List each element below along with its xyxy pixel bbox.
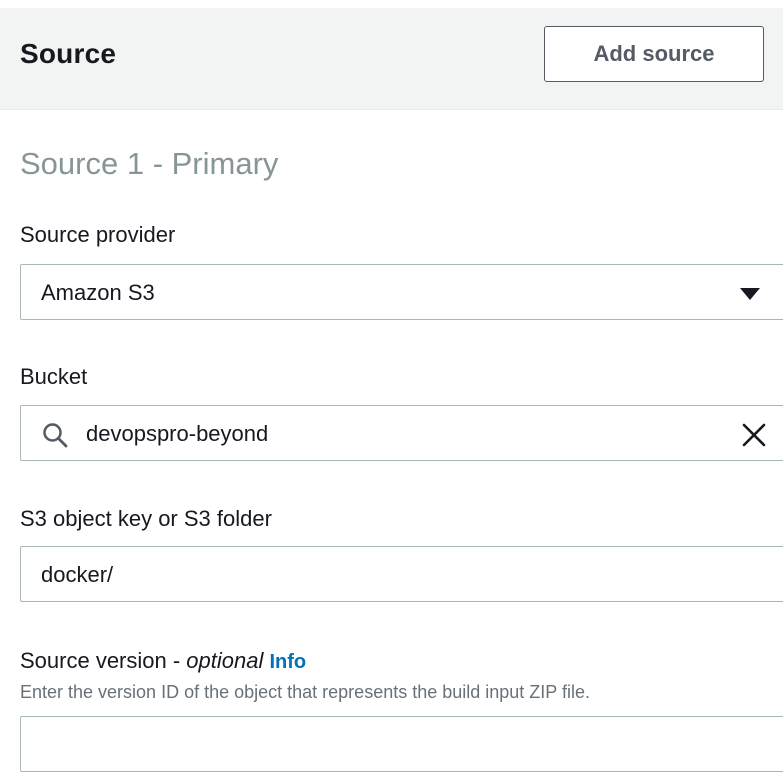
source-version-label: Source version - optional Info: [20, 648, 306, 674]
object-key-label: S3 object key or S3 folder: [20, 506, 272, 531]
section-title: Source: [20, 38, 117, 69]
object-key-input[interactable]: docker/: [20, 546, 783, 602]
info-link[interactable]: Info: [270, 651, 307, 673]
optional-label: optional: [186, 648, 264, 673]
bucket-label: Bucket: [20, 364, 88, 389]
source-heading: Source 1 - Primary: [20, 146, 279, 181]
close-icon[interactable]: [741, 422, 767, 448]
source-provider-label: Source provider: [20, 222, 176, 247]
add-source-button[interactable]: Add source: [544, 26, 764, 82]
source-version-input[interactable]: [20, 716, 783, 772]
source-provider-select[interactable]: Amazon S3: [20, 264, 783, 320]
bucket-search-input[interactable]: devopspro-beyond: [20, 405, 783, 461]
source-version-description: Enter the version ID of the object that …: [20, 682, 590, 702]
source-provider-value: Amazon S3: [41, 280, 155, 305]
section-header: Source Add source: [0, 8, 783, 110]
bucket-value: devopspro-beyond: [86, 421, 269, 446]
object-key-value: docker/: [41, 562, 114, 587]
search-icon: [43, 423, 68, 448]
caret-down-icon: [740, 288, 760, 300]
source-version-label-text: Source version -: [20, 648, 187, 673]
